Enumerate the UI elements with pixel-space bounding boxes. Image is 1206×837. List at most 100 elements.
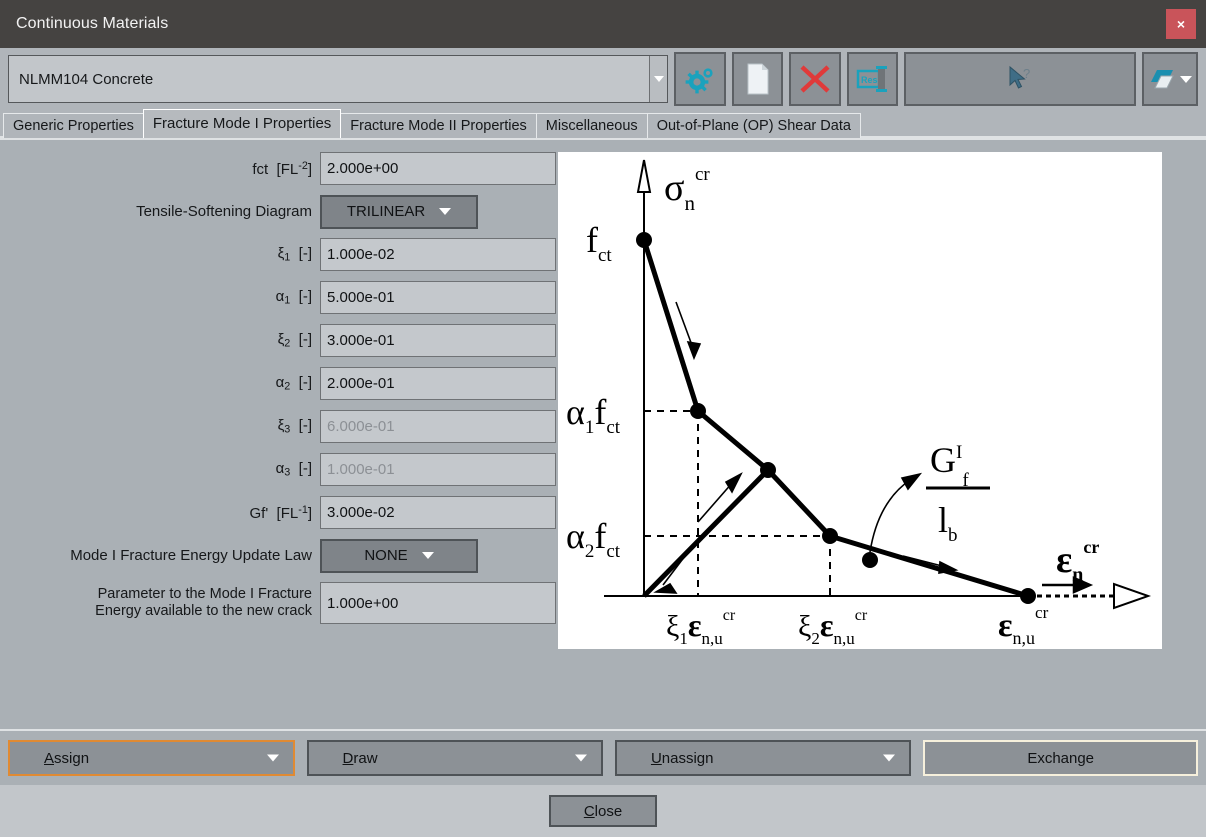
point-alpha2 [822, 528, 838, 544]
material-library-button[interactable] [1142, 52, 1198, 106]
delete-material-button[interactable] [789, 52, 841, 106]
x-axis-label: εncr [1056, 537, 1099, 586]
material-combobox[interactable]: NLMM104 Concrete [8, 55, 668, 103]
unassign-accelerator: U [651, 750, 662, 767]
tab-content-panel: fct [FL-2] 2.000e+00 Tensile-Softening D… [0, 138, 1206, 729]
field-row-xi3: ξ3 [-] 6.000e-01 [0, 410, 556, 443]
fct-tick-symbol: f [586, 220, 598, 260]
y-axis-subscript: n [684, 191, 695, 215]
draw-rest: raw [353, 750, 377, 767]
point-epsilon-nu [1020, 588, 1036, 604]
properties-form: fct [FL-2] 2.000e+00 Tensile-Softening D… [0, 152, 556, 729]
alpha3-input: 1.000e-01 [320, 453, 556, 486]
gf-numerator: GIf [930, 440, 969, 491]
xi2-input[interactable]: 3.000e-01 [320, 324, 556, 357]
close-rest: lose [595, 803, 623, 820]
xi1-subscript: 1 [284, 252, 290, 264]
x-tick1-epsilon: ε [688, 607, 702, 643]
alpha2-tick-subscript: 2 [585, 541, 595, 562]
tensile-softening-diagram-select[interactable]: TRILINEAR [320, 195, 478, 229]
pick-material-button[interactable]: ? [904, 52, 1136, 106]
x-tick2-label: ξ2εn,ucr [798, 607, 868, 648]
alpha1-tick-fsubscript: ct [606, 417, 620, 438]
field-row-alpha3: α3 [-] 1.000e-01 [0, 453, 556, 486]
fct-input[interactable]: 2.000e+00 [320, 152, 556, 185]
new-material-button[interactable] [732, 52, 784, 106]
material-combobox-value: NLMM104 Concrete [9, 71, 649, 88]
unassign-label: Unassign [617, 750, 714, 767]
exchange-button[interactable]: Exchange [923, 740, 1198, 776]
alpha1-tick-alpha: α [566, 392, 585, 432]
material-combobox-arrow[interactable] [649, 56, 667, 102]
y-axis-label: σncr [664, 164, 710, 215]
window-title: Continuous Materials [0, 15, 168, 33]
chevron-down-icon [267, 755, 279, 762]
alpha1-input[interactable]: 5.000e-01 [320, 281, 556, 314]
alpha1-subscript: 1 [284, 295, 290, 307]
action-button-bar: Assign Draw Unassign Exchange [0, 729, 1206, 785]
gf-annotation-arrow [870, 474, 920, 552]
alpha1-tick-f: f [594, 392, 606, 432]
gf-input[interactable]: 3.000e-02 [320, 496, 556, 529]
draw-button[interactable]: Draw [307, 740, 603, 776]
chevron-down-icon [422, 552, 434, 559]
tab-out-of-plane-shear-data[interactable]: Out-of-Plane (OP) Shear Data [647, 113, 861, 138]
gf-over-lb-annotation: GIf lb [926, 440, 990, 546]
xi1-label: ξ1 [-] [0, 245, 320, 264]
edit-properties-button[interactable] [674, 52, 726, 106]
direction-arrow-reload-up [698, 474, 741, 522]
rename-material-button[interactable]: Res [847, 52, 899, 106]
gf-label: Gf' [FL-1] [0, 504, 320, 522]
fct-label-unit: [FL [277, 160, 299, 177]
x-tick1-epsilon-subscript: n,u [702, 629, 724, 648]
tab-fracture-mode-ii-properties[interactable]: Fracture Mode II Properties [340, 113, 537, 138]
close-button[interactable]: Close [549, 795, 657, 827]
point-gf-anchor [862, 552, 878, 568]
gf-unit-exponent: -1 [298, 504, 308, 516]
tab-generic-properties[interactable]: Generic Properties [3, 113, 144, 138]
x-tick1-xi-subscript: 1 [679, 629, 688, 648]
x-axis-arrowhead [1114, 584, 1148, 608]
alpha1-symbol: α [276, 288, 285, 305]
gf-unit: [FL [277, 504, 299, 521]
y-axis-superscript: cr [695, 164, 710, 185]
xi3-unit: [-] [299, 417, 312, 434]
xi3-subscript: 3 [284, 424, 290, 436]
field-row-gf: Gf' [FL-1] 3.000e-02 [0, 496, 556, 529]
x-tick2-xi-subscript: 2 [811, 629, 820, 648]
draw-label: Draw [309, 750, 378, 767]
assign-button[interactable]: Assign [8, 740, 295, 776]
fct-tick-label: fct [586, 220, 612, 266]
update-law-label: Mode I Fracture Energy Update Law [0, 547, 320, 564]
xi1-input[interactable]: 1.000e-02 [320, 238, 556, 271]
alpha2-label: α2 [-] [0, 374, 320, 393]
alpha2-unit: [-] [299, 374, 312, 391]
energy-parameter-input[interactable]: 1.000e+00 [320, 582, 556, 624]
tab-miscellaneous[interactable]: Miscellaneous [536, 113, 648, 138]
close-bar: Close [0, 785, 1206, 837]
alpha2-symbol: α [276, 374, 285, 391]
x-tick2-epsilon-subscript: n,u [834, 629, 856, 648]
field-row-update-law: Mode I Fracture Energy Update Law NONE [0, 539, 556, 572]
chevron-down-icon [1180, 76, 1192, 83]
point-peak [760, 462, 776, 478]
point-alpha1 [690, 403, 706, 419]
tab-fracture-mode-i-properties[interactable]: Fracture Mode I Properties [143, 109, 341, 138]
tensile-softening-diagram-label: Tensile-Softening Diagram [0, 203, 320, 220]
unloading-line [644, 470, 768, 596]
page-icon [742, 62, 772, 96]
alpha2-fct-tick-label: α2fct [566, 516, 621, 562]
update-law-select[interactable]: NONE [320, 539, 478, 573]
y-axis-symbol: σ [664, 167, 684, 209]
xi2-subscript: 2 [284, 338, 290, 350]
field-row-xi2: ξ2 [-] 3.000e-01 [0, 324, 556, 357]
unassign-button[interactable]: Unassign [615, 740, 911, 776]
xi3-input: 6.000e-01 [320, 410, 556, 443]
window-close-button[interactable]: × [1166, 9, 1196, 39]
alpha2-input[interactable]: 2.000e-01 [320, 367, 556, 400]
lb-l: l [938, 500, 948, 540]
alpha2-tick-alpha: α [566, 516, 585, 556]
cursor-question-icon: ? [1006, 65, 1034, 93]
gf-superscript: I [956, 442, 962, 463]
x-tick2-xi: ξ [798, 610, 811, 643]
